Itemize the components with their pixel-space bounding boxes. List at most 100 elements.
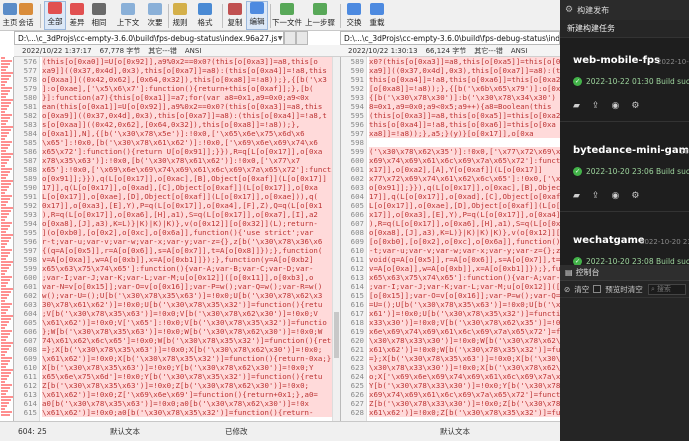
code-line[interactable]: ](o[0xb0],[o[0x2],o[0xc],o[0x6a]],functi… bbox=[42, 228, 332, 237]
code-line[interactable]: =U=();U[b('\x30\x78\x35\x63')]=!0x0;U[b(… bbox=[369, 300, 560, 309]
code-line[interactable]: \x61\x62')]=!0x0;Z['\x69\x6e\x69']=funct… bbox=[42, 390, 332, 399]
reload-button[interactable]: 重载 bbox=[366, 1, 388, 30]
code-line[interactable]: ;V[b('\x30\x78\x35\x63')]=!0x0;V[b('\x30… bbox=[42, 309, 332, 318]
code-line[interactable]: X[b('\x30\x78\x35\x63')]=!0x0;Y[b('\x30\… bbox=[42, 363, 332, 372]
code-line[interactable]: var-N=v[o[0x15]];var-O=v[o[0x16]];var-P=… bbox=[42, 282, 332, 291]
code-line[interactable]: ]:o[0xae],['\x5\x6\x7']:function(){retur… bbox=[42, 84, 332, 93]
code-line[interactable]: a0[b('\x30\x78\x35\x63')]=!0x0;a0[b('\x3… bbox=[42, 399, 332, 408]
settings-icon[interactable]: ⚙ bbox=[631, 101, 639, 111]
rules-button[interactable]: 规则 bbox=[170, 1, 190, 30]
code-line[interactable]: x61\x62')]=!0x0;W[b('\x30\x78\x35\x32')]… bbox=[369, 345, 560, 354]
code-line[interactable]: w();var-U=();U[b('\x30\x78\x35\x63')]=!0… bbox=[42, 291, 332, 300]
code-line[interactable]: o[0x91]];}}),q(L[o[0x17]],o[0xac],[B],Ob… bbox=[369, 183, 560, 192]
code-line[interactable]: 0x17]],o[0xa3],[E],Y),P=q(L[o[0x17]],o[0… bbox=[42, 201, 332, 210]
folder-icon[interactable]: ▰ bbox=[573, 191, 580, 201]
code-line[interactable]: x61\x62')]=!0x0;Z[b('\x30\x78\x35\x32')]… bbox=[369, 408, 560, 417]
code-line[interactable]: this[o[0xa4]]=!a8,this[o[0xa6]]=this[o[0… bbox=[369, 120, 560, 129]
folder-icon[interactable]: ▰ bbox=[573, 101, 580, 111]
code-line[interactable]: v=A[o[0xa]],w=A[o[0xb]],x=A[o[0xb1]]});}… bbox=[42, 255, 332, 264]
code-line[interactable]: xa9]]((0x37,0x4d],0x3),this[o[0xa7]]=a8)… bbox=[42, 66, 332, 75]
code-line[interactable]: \x61\x62')]=!0x0;V['\x65']:!0x0;V[b('\x3… bbox=[42, 318, 332, 327]
code-line[interactable]: \x30\x78\x33\x30')]=!0x0;X[b('\x30\x78\x… bbox=[369, 363, 560, 372]
code-line[interactable]: Z[b('\x30\x78\x33\x30')]=!0x0;Z[b('\x30\… bbox=[369, 399, 560, 408]
code-line[interactable]: x0?(this[o[0xa3]]=a8,this[o[0xa5]]=this[… bbox=[369, 57, 560, 66]
new-build-task-tab[interactable]: 新建构建任务 bbox=[560, 20, 689, 38]
code-line[interactable]: 74\x61\x62\x6c\x65']=!0x0;W[b('\x30\x78\… bbox=[42, 336, 332, 345]
code-line[interactable]: ),R=q(L[o[0x17]],o[0xa6],[H],a1),S=q(L[o… bbox=[42, 210, 332, 219]
format-button[interactable]: 格式 bbox=[192, 1, 218, 30]
share-icon[interactable]: ⇪ bbox=[592, 191, 600, 201]
code-line[interactable]: v=A[o[0xa]],w=A[o[0xb]],x=A[o[0xb1]]});}… bbox=[369, 264, 560, 273]
copy-button[interactable]: 复制 bbox=[224, 1, 246, 30]
code-line[interactable]: x65\x72']:function(){return U[o[0x91]];}… bbox=[42, 147, 332, 156]
code-line[interactable]: ;var-I;var-J;var-K;var-L;var-M;u[o[0x12]… bbox=[42, 273, 332, 282]
left-browse-button[interactable] bbox=[284, 31, 296, 45]
show-all-button[interactable]: 全部 bbox=[44, 1, 66, 30]
code-line[interactable]: \x65']:!0x0,[b('\x30\x78\x61\x62')]:!0x0… bbox=[42, 138, 332, 147]
code-line[interactable]: };W[b('\x30\x78\x35\x63')]=!0x0;W[b('\x3… bbox=[42, 327, 332, 336]
code-line[interactable]: (this[o[0xa3]]=a8,this[o[0xa5]]=this[o[0… bbox=[369, 111, 560, 120]
code-line[interactable]: ;var-I;var-J;var-K;var-L;var-M;u[o[0x12]… bbox=[369, 282, 560, 291]
show-diff-button[interactable]: 差异 bbox=[66, 1, 88, 30]
code-line[interactable]: o[0xa8],[J],a3),K=L)}|K)|K)|K)},v(o[0x12… bbox=[42, 219, 332, 228]
preserve-clear-checkbox[interactable] bbox=[593, 285, 602, 293]
home-button[interactable]: 主页 bbox=[2, 1, 18, 30]
minor-button[interactable]: 次要 bbox=[143, 1, 167, 30]
code-line[interactable]: 30\x78\x61\x62')]=!0x0;U[b('\x30\x78\x35… bbox=[42, 300, 332, 309]
code-line[interactable]: -t;var-u;var-v;var-w;var-x;var-y;var-z={… bbox=[369, 246, 560, 255]
console-search-input[interactable]: ⌕ 搜索 bbox=[648, 283, 686, 295]
left-file-path[interactable]: D:\...\c_3dProjs\cc-empty-3.6.0\build\fp… bbox=[14, 31, 284, 45]
code-line[interactable]: x6e\x69\x74\x69\x61\x6c\x69\x7a\x65\x72'… bbox=[369, 327, 560, 336]
code-line[interactable]: Y[b('\x30\x78\x33\x30')]=!0x0;Y[b('\x30\… bbox=[369, 381, 560, 390]
code-line[interactable]: 8=0x1,a9=0x0;a9<0x5;a9++){a8=Boolean(thi… bbox=[369, 102, 560, 111]
code-line[interactable]: {(q=A[o[0x5]],r=A[o[0x6]],s=A[o[0x7]],t=… bbox=[42, 246, 332, 255]
share-icon[interactable]: ⇪ bbox=[592, 101, 600, 111]
code-line[interactable]: L[o[0x17]],o[0xae],[D],Object[o[0xaf]](L… bbox=[369, 201, 560, 210]
left-scrollbar[interactable] bbox=[332, 57, 340, 421]
code-line[interactable]: void(q=A[o[0x5]],r=A[o[0x6]],s=A[o[0x7]]… bbox=[369, 255, 560, 264]
code-line[interactable]: o;X['\x69\x6e\x69\x74\x69\x61\x6c\x69\x7… bbox=[369, 372, 560, 381]
context-button[interactable]: 上下文 bbox=[114, 1, 142, 30]
eye-icon[interactable]: ◉ bbox=[611, 101, 619, 111]
code-line[interactable]: x65\x6e\x75\x6d']=!0x0;Y[b('\x30\x78\x35… bbox=[42, 372, 332, 381]
code-line[interactable]: x17]],o[0xa2],[A],Y[o[0xaf]](L[o[0x17]] bbox=[369, 165, 560, 174]
clear-button[interactable]: 清空 bbox=[574, 284, 589, 295]
code-line[interactable]: x17]],o[0xa3],[E],Y),P=q(L[o[0x17]],o[0x… bbox=[369, 210, 560, 219]
build-card-web-mobile[interactable]: web-mobile-fps 2022-10-22 0 ✓2022-10-22 … bbox=[560, 55, 689, 125]
left-code-pane[interactable]: 576 577 578 579 580 581 582 583 584 585 586 587 588 5… bbox=[14, 57, 340, 421]
chevron-down-icon[interactable]: ▼ bbox=[277, 35, 283, 42]
code-line[interactable]: }]:function(a7){this[o[0xa1]]=a7;for(var… bbox=[42, 93, 332, 102]
code-line[interactable]: x78\x35\x63')]:!0x0,[b('\x30\x78\x61\x62… bbox=[42, 156, 332, 165]
edit-button[interactable]: 编辑 bbox=[246, 1, 268, 30]
code-line[interactable]: [o[0xb0],[o[0x2],o[0xc],o[0x6a]],functio… bbox=[369, 237, 560, 246]
code-line[interactable]: \x61\x62')]=!0x0;X[b('\x30\x78\x35\x32')… bbox=[42, 354, 332, 363]
code-line[interactable]: o[0xa9]]((0x37,0x4d],0x3),this[o[0xa7]]=… bbox=[42, 111, 332, 120]
scroll-thumb[interactable] bbox=[334, 312, 339, 358]
code-line[interactable]: x61')]=!0x0;U[b('\x30\x78\x35\x32')]=fun… bbox=[369, 309, 560, 318]
code-line[interactable]: \x30\x78\x33\x30')]=!0x0;W[b('\x30\x78\x… bbox=[369, 336, 560, 345]
code-line[interactable]: \x61\x62')]=!0x0;a0[b('\x30\x78\x35\x32'… bbox=[42, 408, 332, 417]
session-button[interactable]: 会话 bbox=[18, 1, 34, 30]
code-line[interactable]: 17]],q(L[o[0x17]],o[0xad],[C],Object[o[0… bbox=[369, 192, 560, 201]
code-line[interactable]: r-t;var-u;var-v;var-w;var-x;var-y;var-z=… bbox=[42, 237, 332, 246]
code-line[interactable]: =};X[b('\x30\x78\x35\x63')]=!0x0;X[b('\x… bbox=[42, 345, 332, 354]
swap-button[interactable]: 交换 bbox=[343, 1, 365, 30]
diff-overview-map[interactable] bbox=[0, 57, 14, 421]
right-code-pane[interactable]: 589 590 591 592 593 594 595 596 597 598 599 600 601 6… bbox=[340, 57, 560, 421]
code-line[interactable]: 17]],q(L[o[0x17]],o[0xad],[C],Object[o[0… bbox=[42, 183, 332, 192]
code-line[interactable]: o[0xa1]],N],{[b('\x30\x78\x5e')]:!0x0,['… bbox=[42, 129, 332, 138]
code-line[interactable]: L[o[0x17]],o[0xae],[D],Object[o[0xaf]](L… bbox=[42, 192, 332, 201]
code-line[interactable]: o[0xaa]]((0x42,0x62],[0x64,0x32]),this[o… bbox=[42, 75, 332, 84]
left-save-button[interactable] bbox=[296, 31, 308, 45]
code-line[interactable]: ),R=q(L[o[0x17]],o[0xa6],[H],a1),S=q(L[o… bbox=[369, 219, 560, 228]
code-line[interactable]: x65']:!0x0,['\x69\x6e\x69\x74\x69\x61\x6… bbox=[42, 165, 332, 174]
code-line[interactable]: x65\x63\x75\x74\x65']:function(){var-A;v… bbox=[369, 273, 560, 282]
code-line[interactable]: this[o[0xa4]]=!a8,this[o[0xa6]]=this[o[0… bbox=[369, 75, 560, 84]
code-line[interactable]: o[0xa8],[J],a3),K=L)}|K)|K)|K)},v(o[0x12… bbox=[369, 228, 560, 237]
code-line[interactable]: x69\x74\x69\x61\x6c\x69\x7a\x65\x72']:fu… bbox=[369, 156, 560, 165]
code-line[interactable] bbox=[369, 138, 560, 147]
settings-icon[interactable]: ⚙ bbox=[631, 191, 639, 201]
code-line[interactable]: ean(this[o[0xa1]]=U[o[0x92]],a9%0x2==0x0… bbox=[42, 102, 332, 111]
code-line[interactable]: x77\x72\x69\x74\x61\x62\x6c\x65']:!0x0,[… bbox=[369, 174, 560, 183]
code-line[interactable]: [o[0xa8]]=!a8));},{[b('\x6b\x65\x79')]:o… bbox=[369, 84, 560, 93]
